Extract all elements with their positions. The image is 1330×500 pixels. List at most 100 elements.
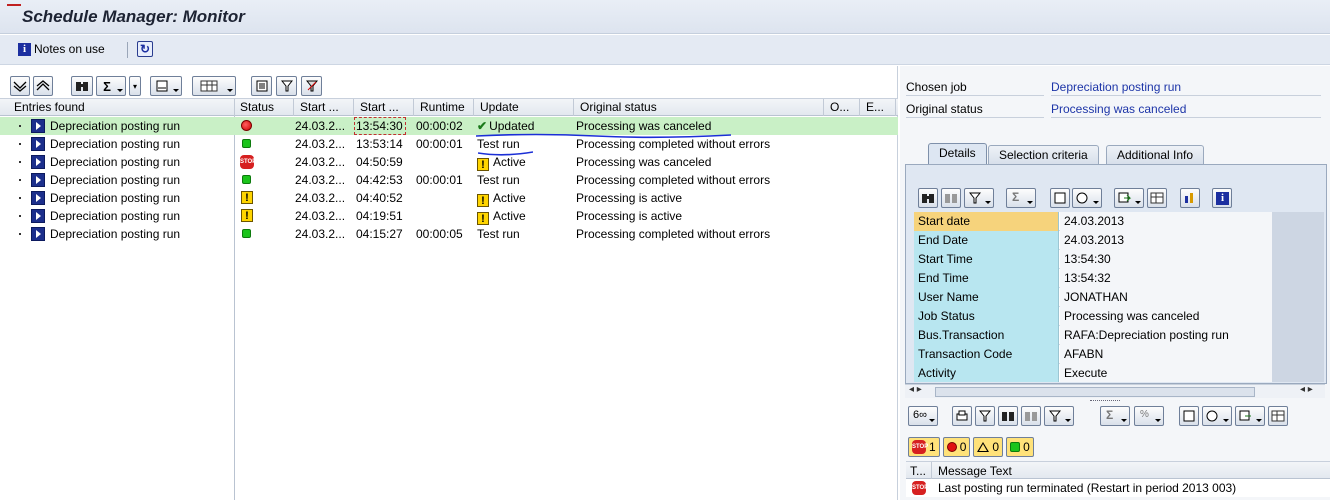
table-row[interactable]: Depreciation posting run ! 24.03.2... 04…	[0, 189, 898, 207]
table-row[interactable]: Depreciation posting run 24.03.2... 04:1…	[0, 225, 898, 243]
job-node-icon[interactable]	[31, 137, 45, 151]
find-next-button[interactable]	[1021, 406, 1041, 426]
sum-button[interactable]: Σ	[96, 76, 126, 96]
col-status[interactable]: Status	[236, 99, 294, 116]
col-original-status[interactable]: Original status	[576, 99, 824, 116]
detail-label: End Time	[914, 269, 1059, 288]
job-node-icon[interactable]	[31, 155, 45, 169]
col-start-date[interactable]: Start ...	[296, 99, 354, 116]
export-button[interactable]	[1235, 406, 1265, 426]
status-cell	[236, 171, 260, 189]
col-update[interactable]: Update	[476, 99, 574, 116]
filter-button[interactable]	[975, 406, 995, 426]
stop-count-button[interactable]: STOP 1	[908, 437, 940, 457]
expand-all-button[interactable]	[10, 76, 30, 96]
print-button[interactable]	[150, 76, 182, 96]
details-horizontal-scrollbar[interactable]: ◂ ▸ ◂ ▸	[905, 384, 1325, 398]
technical-info-button[interactable]: 6∞	[908, 406, 938, 426]
views-button[interactable]	[1072, 188, 1102, 208]
views-button[interactable]	[1202, 406, 1232, 426]
subtotal-button[interactable]: ▾	[129, 76, 141, 96]
print-button[interactable]	[1050, 188, 1070, 208]
print-button[interactable]	[952, 406, 972, 426]
warning-icon: !	[241, 209, 253, 222]
layout-button[interactable]	[1268, 406, 1288, 426]
find-button[interactable]	[998, 406, 1018, 426]
tab-additional-info[interactable]: Additional Info	[1106, 145, 1205, 165]
graphic-button[interactable]	[1180, 188, 1200, 208]
col-message-text[interactable]: Message Text	[938, 462, 1012, 480]
col-entries-found[interactable]: Entries found	[10, 99, 235, 116]
scroll-right-icon[interactable]: ◂ ▸	[1300, 384, 1313, 395]
start-date: 24.03.2...	[295, 155, 346, 169]
col-e[interactable]: E...	[862, 99, 896, 116]
warning-icon: !	[241, 191, 253, 204]
status-cell	[236, 135, 260, 153]
print-preview-button[interactable]	[1179, 406, 1199, 426]
green-light-icon	[242, 229, 251, 238]
details-list-icon	[256, 80, 267, 92]
info-icon: i	[18, 42, 31, 56]
details-button[interactable]	[251, 76, 272, 96]
col-start-time[interactable]: Start ...	[356, 99, 414, 116]
runtime: 00:00:01	[416, 137, 463, 151]
sum-button[interactable]: Σ	[1100, 406, 1130, 426]
find-button[interactable]	[918, 188, 938, 208]
table-row[interactable]: Depreciation posting run 24.03.2... 13:5…	[0, 135, 898, 153]
job-name: Depreciation posting run	[50, 209, 181, 223]
scroll-thumb[interactable]	[935, 387, 1255, 397]
status-cell	[236, 117, 260, 135]
job-node-icon[interactable]	[31, 173, 45, 187]
notes-on-use-button[interactable]: i Notes on use	[18, 42, 105, 56]
layout-button[interactable]	[192, 76, 236, 96]
pane-splitter[interactable]	[1090, 400, 1120, 402]
job-node-icon[interactable]	[31, 227, 45, 241]
table-row[interactable]: Depreciation posting run 24.03.2... 04:4…	[0, 171, 898, 189]
scroll-left-icon[interactable]: ◂ ▸	[909, 384, 922, 395]
sum-button[interactable]: Σ	[1006, 188, 1036, 208]
col-type[interactable]: T...	[910, 462, 932, 479]
delete-filter-button[interactable]	[301, 76, 322, 96]
warning-icon: !	[477, 212, 489, 225]
start-date: 24.03.2...	[295, 209, 346, 223]
tree-bullet	[19, 143, 21, 145]
warning-count-button[interactable]: 0	[973, 437, 1004, 457]
col-o[interactable]: O...	[826, 99, 860, 116]
table-row[interactable]: Depreciation posting run 24.03.2... 13:5…	[0, 117, 898, 135]
success-count-button[interactable]: 0	[1006, 437, 1034, 457]
table-row[interactable]: Depreciation posting run STOP 24.03.2...…	[0, 153, 898, 171]
find-button[interactable]	[71, 76, 93, 96]
detail-label: Bus.Transaction	[914, 326, 1059, 345]
refresh-button[interactable]: ↻	[137, 41, 153, 57]
stop-icon: STOP	[240, 155, 256, 169]
collapse-all-button[interactable]	[33, 76, 53, 96]
stop-icon: STOP	[912, 481, 928, 495]
info-button[interactable]: i	[1212, 188, 1232, 208]
filter-icon	[1048, 410, 1062, 422]
start-time[interactable]: 13:54:30	[354, 117, 406, 135]
filter-delete-icon	[305, 80, 318, 92]
message-row[interactable]: STOP Last posting run terminated (Restar…	[906, 479, 1330, 497]
filter-button[interactable]	[964, 188, 994, 208]
job-node-icon[interactable]	[31, 191, 45, 205]
error-count-button[interactable]: 0	[942, 437, 971, 457]
subtotal-button[interactable]: %	[1134, 406, 1164, 426]
filter-icon	[968, 192, 982, 204]
tab-details[interactable]: Details	[928, 143, 987, 165]
detail-value: 24.03.2013	[1060, 231, 1272, 250]
tab-selection-criteria[interactable]: Selection criteria	[988, 145, 1099, 165]
details-vertical-scrollbar[interactable]	[1272, 212, 1324, 382]
warning-count: 0	[992, 440, 1000, 454]
table-row[interactable]: Depreciation posting run ! 24.03.2... 04…	[0, 207, 898, 225]
title-accent-mark	[7, 4, 21, 6]
find-next-button[interactable]	[941, 188, 961, 208]
job-node-icon[interactable]	[31, 209, 45, 223]
col-runtime[interactable]: Runtime	[416, 99, 474, 116]
job-node-icon[interactable]	[31, 119, 45, 133]
set-filter-button[interactable]	[1044, 406, 1074, 426]
export-button[interactable]	[1114, 188, 1144, 208]
glasses-icon: 6∞	[913, 409, 927, 421]
warning-icon: !	[477, 194, 489, 207]
filter-button[interactable]	[276, 76, 297, 96]
layout-button[interactable]	[1147, 188, 1167, 208]
